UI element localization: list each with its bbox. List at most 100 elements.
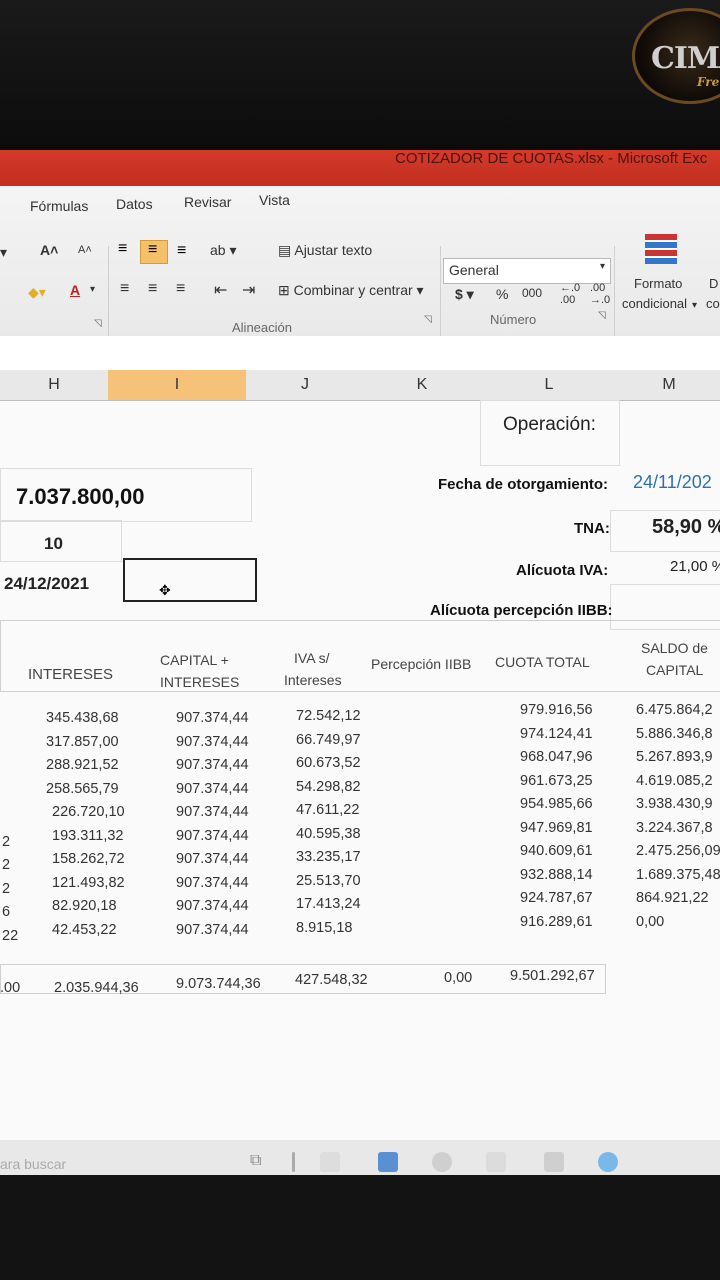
- table-cell[interactable]: 940.609,61: [520, 843, 593, 859]
- font-size-dropdown[interactable]: ▾: [0, 244, 7, 261]
- table-cell[interactable]: 1.689.375,48: [636, 867, 720, 883]
- table-cell[interactable]: 932.888,14: [520, 867, 593, 883]
- conditional-format-label-2[interactable]: condicional: [622, 296, 687, 311]
- table-cell[interactable]: 907.374,44: [176, 828, 249, 844]
- table-cell[interactable]: 5.267.893,9: [636, 749, 713, 765]
- orientation-icon[interactable]: ab ▾: [210, 242, 237, 259]
- table-cell[interactable]: 6.475.864,2: [636, 702, 713, 718]
- column-header-k[interactable]: K: [364, 370, 481, 401]
- table-cell[interactable]: 8.915,18: [296, 920, 352, 936]
- table-cell[interactable]: 924.787,67: [520, 890, 593, 906]
- cut-label-1[interactable]: D: [709, 276, 718, 291]
- align-top-icon[interactable]: ≡: [110, 240, 136, 262]
- table-cell[interactable]: 25.513,70: [296, 873, 361, 889]
- fill-color-icon[interactable]: ◆▾: [28, 284, 46, 301]
- align-bottom-icon[interactable]: ≡: [170, 240, 196, 262]
- increase-indent-icon[interactable]: ⇥: [242, 280, 255, 300]
- table-cell[interactable]: 907.374,44: [176, 710, 249, 726]
- table-cell[interactable]: 72.542,12: [296, 708, 361, 724]
- align-center-icon[interactable]: ≡: [148, 280, 157, 298]
- table-cell[interactable]: 907.374,44: [176, 898, 249, 914]
- first-date-value[interactable]: 24/12/2021: [4, 574, 89, 594]
- column-header-h[interactable]: H: [0, 370, 109, 401]
- table-cell[interactable]: 974.124,41: [520, 726, 593, 742]
- chrome-icon[interactable]: [432, 1152, 452, 1172]
- conditional-format-label-1[interactable]: Formato: [634, 276, 682, 291]
- task-view-icon[interactable]: ⧉: [250, 1152, 270, 1172]
- table-cell[interactable]: 2.475.256,09: [636, 843, 720, 859]
- formula-bar[interactable]: [0, 336, 720, 371]
- table-cell[interactable]: 961.673,25: [520, 773, 593, 789]
- table-cell[interactable]: 66.749,97: [296, 732, 361, 748]
- taskbar-search[interactable]: ara buscar: [0, 1156, 66, 1172]
- font-color-icon[interactable]: A: [70, 282, 80, 298]
- align-right-icon[interactable]: ≡: [176, 280, 185, 298]
- column-header-j[interactable]: J: [246, 370, 365, 401]
- table-cell[interactable]: 317.857,00: [46, 734, 119, 750]
- decrease-indent-icon[interactable]: ⇤: [214, 280, 227, 300]
- table-cell[interactable]: 907.374,44: [176, 781, 249, 797]
- table-cell[interactable]: 40.595,38: [296, 826, 361, 842]
- table-cell[interactable]: 979.916,56: [520, 702, 593, 718]
- wrap-text-button[interactable]: ▤ Ajustar texto: [278, 242, 372, 259]
- total-capital[interactable]: 9.073.744,36: [176, 976, 261, 992]
- tab-vista[interactable]: Vista: [259, 192, 290, 208]
- table-cell[interactable]: 288.921,52: [46, 757, 119, 773]
- active-cell[interactable]: ✥: [123, 558, 257, 602]
- font-color-dropdown[interactable]: ▾: [90, 284, 95, 295]
- table-cell[interactable]: 258.565,79: [46, 781, 119, 797]
- dialog-launcher-icon[interactable]: ◹: [94, 318, 102, 329]
- table-cell[interactable]: 47.611,22: [296, 802, 359, 818]
- table-cell[interactable]: 916.289,61: [520, 914, 593, 930]
- shrink-font-icon[interactable]: A˄: [78, 244, 92, 256]
- total-intereses[interactable]: 2.035.944,36: [54, 980, 139, 996]
- app-icon[interactable]: [378, 1152, 398, 1172]
- grow-font-icon[interactable]: A˄: [40, 242, 58, 258]
- merge-center-button[interactable]: ⊞ Combinar y centrar ▾: [278, 282, 424, 299]
- edge-icon[interactable]: [598, 1152, 618, 1172]
- table-cell[interactable]: 193.311,32: [52, 828, 124, 844]
- percent-button[interactable]: %: [496, 286, 508, 302]
- table-cell[interactable]: 121.493,82: [52, 875, 125, 891]
- table-cell[interactable]: 907.374,44: [176, 851, 249, 867]
- column-header-m[interactable]: M: [618, 370, 720, 401]
- increase-decimal-icon[interactable]: ←.0.00: [560, 282, 580, 306]
- tna-value[interactable]: 58,90 %: [652, 516, 720, 539]
- table-cell[interactable]: 0,00: [636, 914, 664, 930]
- table-cell[interactable]: 907.374,44: [176, 734, 249, 750]
- table-cell[interactable]: 4.619.085,2: [636, 773, 713, 789]
- align-middle-icon[interactable]: ≡: [140, 240, 168, 264]
- table-cell[interactable]: 968.047,96: [520, 749, 593, 765]
- table-cell[interactable]: 82.920,18: [52, 898, 117, 914]
- table-cell[interactable]: 5.886.346,8: [636, 726, 713, 742]
- table-cell[interactable]: 954.985,66: [520, 796, 593, 812]
- app-icon[interactable]: [544, 1152, 564, 1172]
- dialog-launcher-icon[interactable]: ◹: [598, 310, 606, 321]
- table-cell[interactable]: 864.921,22: [636, 890, 709, 906]
- table-cell[interactable]: 345.438,68: [46, 710, 119, 726]
- column-header-l[interactable]: L: [480, 370, 619, 401]
- currency-button[interactable]: $ ▾: [455, 286, 474, 303]
- table-cell[interactable]: 907.374,44: [176, 804, 249, 820]
- table-cell[interactable]: 3.224.367,8: [636, 820, 713, 836]
- table-cell[interactable]: 42.453,22: [52, 922, 117, 938]
- installments-value[interactable]: 10: [44, 534, 63, 554]
- total-iva[interactable]: 427.548,32: [295, 972, 368, 988]
- table-cell[interactable]: 33.235,17: [296, 849, 361, 865]
- align-left-icon[interactable]: ≡: [120, 280, 129, 298]
- table-cell[interactable]: 907.374,44: [176, 875, 249, 891]
- total-percepcion[interactable]: 0,00: [444, 970, 472, 986]
- amount-value[interactable]: 7.037.800,00: [16, 484, 144, 510]
- table-cell[interactable]: 226.720,10: [52, 804, 125, 820]
- grant-date-value[interactable]: 24/11/202: [633, 472, 712, 493]
- dialog-launcher-icon[interactable]: ◹: [424, 314, 432, 325]
- table-cell[interactable]: 60.673,52: [296, 755, 361, 771]
- table-cell[interactable]: 907.374,44: [176, 757, 249, 773]
- conditional-format-icon[interactable]: [645, 234, 677, 264]
- iva-value[interactable]: 21,00 %: [670, 558, 720, 575]
- table-cell[interactable]: 158.262,72: [52, 851, 125, 867]
- total-cuota[interactable]: 9.501.292,67: [510, 968, 595, 984]
- app-icon[interactable]: [486, 1152, 506, 1172]
- decrease-decimal-icon[interactable]: .00 →.0: [590, 282, 610, 306]
- table-cell[interactable]: 17.413,24: [296, 896, 361, 912]
